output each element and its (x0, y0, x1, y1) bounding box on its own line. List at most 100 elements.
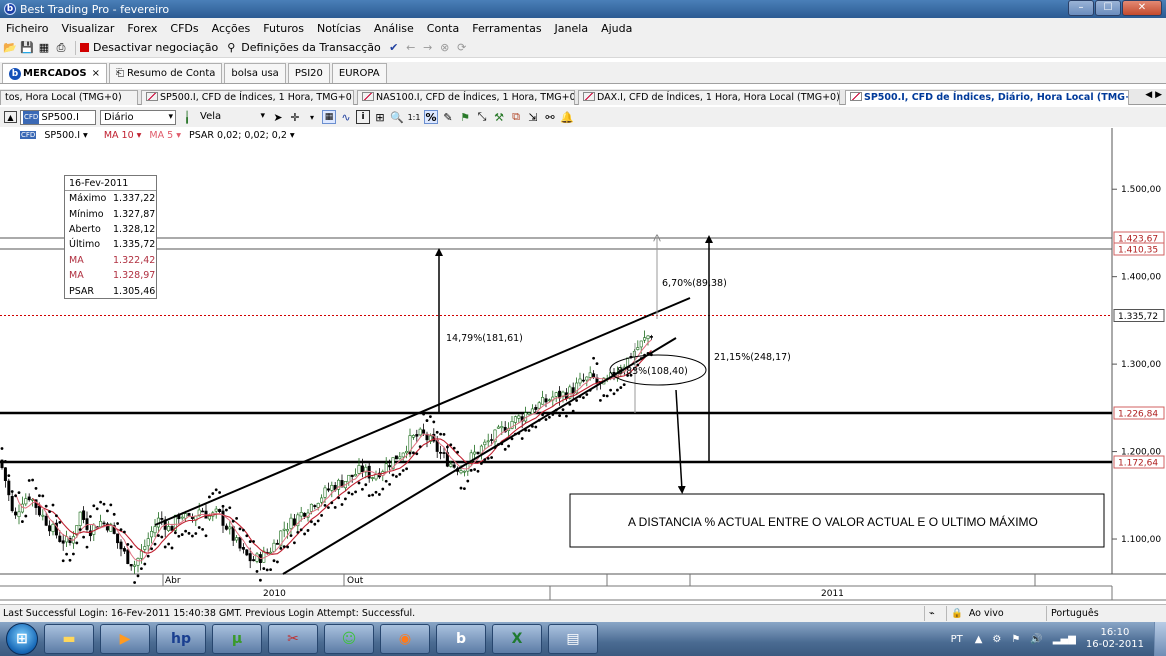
menu-ferramentas[interactable]: Ferramentas (472, 22, 541, 35)
menu-noticias[interactable]: Notícias (317, 22, 361, 35)
psar-dot (51, 503, 55, 507)
menu-ficheiro[interactable]: Ficheiro (6, 22, 48, 35)
menu-visualizar[interactable]: Visualizar (61, 22, 114, 35)
menu-conta[interactable]: Conta (427, 22, 459, 35)
clock-time: 16:10 (1100, 627, 1130, 638)
taskbar-best-trading[interactable]: b (436, 624, 486, 654)
check-icon[interactable]: ✔ (387, 41, 401, 55)
menu-analise[interactable]: Análise (374, 22, 414, 35)
taskbar-messenger[interactable]: ☺ (324, 624, 374, 654)
taskbar-chart-app[interactable]: ▤ (548, 624, 598, 654)
tray-expand-icon[interactable]: ▲ (975, 634, 983, 645)
refresh-icon[interactable]: ⟳ (455, 41, 469, 55)
taskbar-excel[interactable]: X (492, 624, 542, 654)
info-value: 1.305,46 (113, 285, 156, 297)
taskbar-hp[interactable]: hp (156, 624, 206, 654)
menu-forex[interactable]: Forex (127, 22, 157, 35)
connection-icon[interactable]: ⌁ (924, 606, 946, 621)
chart-style-select[interactable]: Vela (197, 110, 267, 125)
pin-icon[interactable]: ⊞ (373, 110, 387, 124)
save-icon[interactable]: 💾 (20, 41, 34, 55)
indicator-ma5[interactable]: MA 5 ▾ (149, 130, 181, 141)
chart-tab-5[interactable]: SP500.I, CFD de Índices, Diário, Hora Lo… (845, 90, 1129, 105)
menu-cfds[interactable]: CFDs (170, 22, 198, 35)
expand-icon[interactable]: ⤡ (475, 110, 489, 124)
timeframe-select[interactable]: Diário (100, 109, 176, 125)
taskbar-firefox[interactable]: ◉ (380, 624, 430, 654)
chart-tab-2[interactable]: SP500.I, CFD de Índices, 1 Hora, TMG+0 (141, 90, 354, 105)
volume-icon[interactable]: 🔊 (1030, 634, 1042, 645)
indicator-symbol[interactable]: CFD SP500.I ▾ (20, 130, 96, 141)
signal-icon[interactable]: ▂▄▆ (1053, 634, 1076, 645)
taskbar-media-player[interactable]: ▶ (100, 624, 150, 654)
crosshair-icon[interactable]: ✛ (288, 110, 302, 124)
flag-icon[interactable]: ⚑ (1011, 634, 1020, 645)
price-label: 1.226,84 (1118, 410, 1158, 420)
cursor-icon[interactable]: ➤ (271, 110, 285, 124)
maximize-button[interactable]: ☐ (1095, 0, 1121, 16)
menu-ajuda[interactable]: Ajuda (601, 22, 632, 35)
draw-tool-icon[interactable]: ✎ (441, 110, 455, 124)
ratio-icon[interactable]: 1:1 (407, 110, 421, 124)
trade-icon[interactable]: ⚑ (458, 110, 472, 124)
tools-icon[interactable]: ⚒ (492, 110, 506, 124)
menu-accoes[interactable]: Acções (212, 22, 251, 35)
grid-icon[interactable]: ▦ (322, 110, 336, 124)
chart-tab-1[interactable]: tos, Hora Local (TMG+0) (0, 90, 138, 105)
stop-icon[interactable]: ⊗ (438, 41, 452, 55)
language-selector[interactable]: Português (1046, 606, 1166, 621)
layout-icon[interactable]: ▦ (37, 41, 51, 55)
transaction-settings-button[interactable]: Definições da Transacção (241, 41, 381, 54)
clock[interactable]: 16:10 16-02-2011 (1086, 627, 1144, 651)
psar-dot (286, 545, 289, 549)
chart-tab-3[interactable]: NAS100.I, CFD de Índices, 1 Hora, TMG+0 (357, 90, 575, 105)
indicator-psar[interactable]: PSAR 0,02; 0,02; 0,2 ▾ (189, 130, 295, 141)
forward-arrow-icon[interactable]: → (421, 41, 435, 55)
show-desktop-button[interactable] (1154, 622, 1166, 656)
menu-janela[interactable]: Janela (555, 22, 589, 35)
start-button[interactable]: ⊞ (6, 623, 38, 655)
open-folder-icon[interactable]: 📂 (3, 41, 17, 55)
percent-icon[interactable]: % (424, 110, 438, 124)
collapse-up-icon[interactable]: ▲ (4, 111, 17, 123)
export-icon[interactable]: ⇲ (526, 110, 540, 124)
psar-dot (112, 512, 116, 516)
chart-tab-4[interactable]: DAX.I, CFD de Índices, 1 Hora, Hora Loca… (578, 90, 840, 105)
back-arrow-icon[interactable]: ← (404, 41, 418, 55)
print-icon[interactable]: ⎙ (54, 41, 68, 55)
chevron-down-icon[interactable]: ▾ (305, 110, 319, 124)
minimize-button[interactable]: – (1068, 0, 1094, 16)
tab-bolsa-usa[interactable]: bolsa usa (224, 63, 286, 83)
taskbar-explorer[interactable]: ▬ (44, 624, 94, 654)
indicator-icon[interactable]: ∿ (339, 110, 353, 124)
time-axis[interactable]: Abr Out 2010 2011 (0, 574, 1166, 601)
tab-close-icon[interactable]: × (92, 68, 100, 79)
taskbar-utorrent[interactable]: µ (212, 624, 262, 654)
candle-body (184, 513, 188, 519)
input-language[interactable]: PT (951, 634, 963, 645)
network-icon[interactable]: ⚙ (992, 634, 1001, 645)
tab-europa[interactable]: EUROPA (331, 63, 387, 83)
candle-body (649, 336, 653, 338)
close-button[interactable]: ✕ (1122, 0, 1162, 16)
tab-resumo-de-conta[interactable]: ⎗ Resumo de Conta (108, 63, 223, 83)
link-icon[interactable]: ⚯ (543, 110, 557, 124)
price-chart[interactable]: 6,70%(89,38) 14,79%(181,61) 21,15%(248,17)… (0, 128, 1166, 602)
menu-futuros[interactable]: Futuros (263, 22, 304, 35)
info-icon[interactable]: i (356, 110, 370, 124)
tab-mercados[interactable]: b MERCADOS × (2, 63, 107, 83)
taskbar-snipping-tool[interactable]: ✂ (268, 624, 318, 654)
alert-bell-icon[interactable]: 🔔 (560, 110, 574, 124)
psar-dot (102, 502, 106, 506)
psar-dot (225, 508, 228, 512)
symbol-input[interactable]: CFD SP500.I (20, 109, 96, 125)
candle-body (116, 533, 120, 544)
year-label-2011: 2011 (821, 589, 844, 599)
zoom-icon[interactable]: 🔍 (390, 110, 404, 124)
deactivate-trading-button[interactable]: Desactivar negociação (93, 41, 218, 54)
indicator-ma10[interactable]: MA 10 ▾ (104, 130, 142, 141)
tab-psi20[interactable]: PSI20 (287, 63, 330, 83)
price-axis[interactable]: 1.500,001.400,001.300,001.200,001.100,00… (1112, 185, 1165, 545)
tab-scroll-arrows[interactable]: ◀ ▶ (1145, 90, 1162, 100)
copy-icon[interactable]: ⧉ (509, 110, 523, 124)
